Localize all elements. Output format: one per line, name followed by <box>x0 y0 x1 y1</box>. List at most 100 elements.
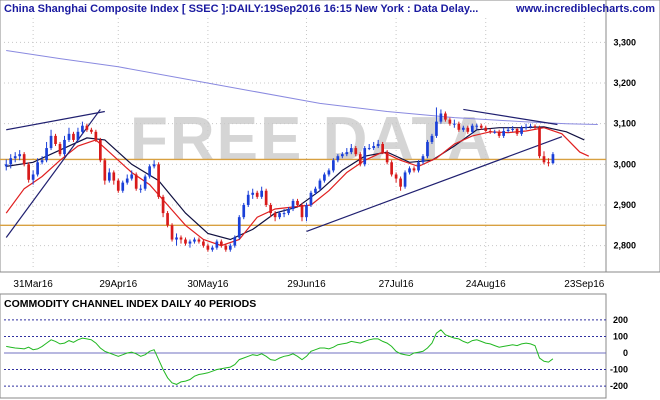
candle-body <box>22 154 26 165</box>
chart-title: China Shanghai Composite Index [ SSEC ]:… <box>4 3 478 15</box>
price-y-tick-label: 3,000 <box>613 159 636 169</box>
cci-y-axis: 200 100 0 -100 -200 <box>610 315 628 391</box>
date-tick-label: 29Jun16 <box>287 279 326 290</box>
candle-body <box>296 200 299 205</box>
candle-body <box>515 128 519 134</box>
candle-body <box>143 176 147 189</box>
candle-body <box>242 204 246 218</box>
candle-body <box>260 190 264 197</box>
candle-body <box>246 194 250 205</box>
candle-body <box>435 121 438 136</box>
price-y-tick-label: 2,900 <box>613 200 636 210</box>
candle-body <box>215 241 219 248</box>
chart-canvas: FREE DATA 2,800 2,900 3,000 3,100 3,200 3,300… <box>0 0 660 399</box>
candle-body <box>170 225 174 240</box>
candle-body <box>130 174 134 179</box>
candle-body <box>399 178 402 187</box>
price-y-axis: 2,800 2,900 3,000 3,100 3,200 3,300 <box>613 37 636 250</box>
candle-body <box>502 130 505 136</box>
candle-body <box>54 135 57 144</box>
candle-body <box>479 125 483 128</box>
candle-body <box>439 113 443 122</box>
candle-body <box>551 154 555 164</box>
date-tick-label: 29Apr16 <box>99 279 137 290</box>
candle-body <box>385 152 389 163</box>
watermark: FREE DATA <box>130 105 494 174</box>
candle-body <box>107 172 111 181</box>
candle-body <box>426 141 429 157</box>
candle-body <box>233 237 237 246</box>
candle-body <box>134 174 138 189</box>
candle-body <box>67 133 71 140</box>
candle-body <box>309 192 313 205</box>
candle-body <box>305 204 308 218</box>
cci-title: COMMODITY CHANNEL INDEX DAILY 40 PERIODS <box>4 298 256 310</box>
candle-body <box>193 239 196 242</box>
candle-body <box>273 213 277 218</box>
candle-body <box>376 144 380 147</box>
candle-body <box>497 131 501 136</box>
candle-body <box>484 127 488 131</box>
candle-body <box>219 241 223 246</box>
candle-body <box>72 133 75 140</box>
price-y-tick-label: 2,800 <box>613 241 636 251</box>
candle-body <box>408 168 411 173</box>
candle-body <box>529 126 532 128</box>
candle-body <box>40 160 44 163</box>
candle-body <box>453 123 456 125</box>
candle-body <box>269 204 272 214</box>
candle-body <box>112 172 116 181</box>
candle-body <box>340 154 344 157</box>
candle-body <box>466 127 470 132</box>
candle-body <box>520 127 523 134</box>
candle-body <box>166 213 169 226</box>
candle-body <box>506 129 510 131</box>
cci-y-tick-label: 0 <box>623 348 628 358</box>
candle-body <box>354 148 358 155</box>
candle-body <box>116 180 120 191</box>
candle-body <box>430 135 434 142</box>
candle-body <box>161 196 165 214</box>
candle-body <box>358 154 362 165</box>
candle-body <box>206 245 210 250</box>
candle-body <box>403 172 407 187</box>
candle-body <box>148 166 151 177</box>
candle-body <box>421 156 425 163</box>
candle-body <box>287 209 290 214</box>
candle-body <box>45 148 48 161</box>
candle-body <box>470 125 474 132</box>
cci-y-tick-label: -100 <box>610 365 628 375</box>
candle-body <box>4 164 8 167</box>
candle-body <box>457 123 461 130</box>
cci-y-tick-label: -200 <box>610 381 628 391</box>
candle-body <box>90 129 93 132</box>
candle-body <box>27 164 30 180</box>
candle-body <box>237 217 241 238</box>
candle-body <box>121 182 125 191</box>
candle-body <box>394 174 398 179</box>
candle-body <box>49 135 53 149</box>
candle-body <box>202 241 205 246</box>
candle-body <box>367 148 371 150</box>
candle-body <box>76 131 80 140</box>
candle-body <box>81 125 84 132</box>
candle-body <box>99 139 102 161</box>
candle-body <box>188 241 192 244</box>
date-tick-label: 24Aug16 <box>466 279 506 290</box>
candle-body <box>448 119 452 124</box>
date-tick-label: 30May16 <box>187 279 229 290</box>
cci-y-tick-label: 100 <box>613 331 628 341</box>
cci-y-tick-label: 200 <box>613 315 628 325</box>
candle-body <box>31 174 35 180</box>
candle-body <box>381 144 385 153</box>
candle-body <box>197 239 201 242</box>
candle-body <box>511 128 514 130</box>
candle-body <box>444 113 447 120</box>
price-y-tick-label: 3,100 <box>613 119 636 129</box>
site-link[interactable]: www.incrediblecharts.com <box>515 3 655 15</box>
candle-body <box>327 170 331 175</box>
candle-body <box>372 146 376 149</box>
candle-body <box>332 160 335 171</box>
candle-body <box>224 245 228 250</box>
candle-body <box>524 126 528 128</box>
